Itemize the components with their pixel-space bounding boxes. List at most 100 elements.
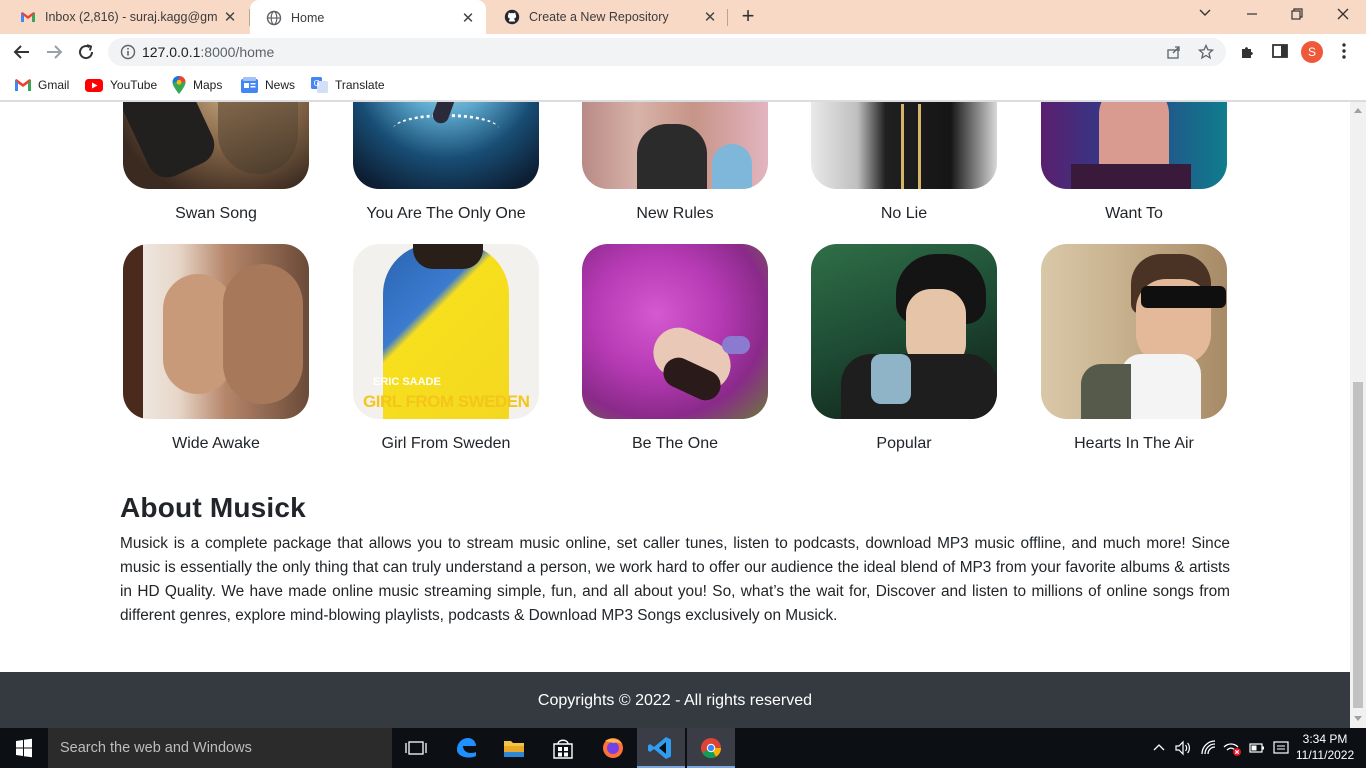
song-card-girl-from-sweden[interactable]: ERIC SAADE GIRL FROM SWEDEN Girl From Sw… <box>353 244 539 453</box>
file-explorer-icon <box>504 741 524 757</box>
page-footer: Copyrights © 2022 - All rights reserved <box>0 672 1350 728</box>
song-cover-image[interactable] <box>123 102 309 189</box>
wifi-icon[interactable] <box>1200 739 1218 757</box>
tab-title: Create a New Repository <box>529 10 669 24</box>
bookmark-gmail[interactable]: Gmail <box>15 76 69 94</box>
song-card-be-the-one[interactable]: Be The One <box>582 244 768 453</box>
close-window-button[interactable] <box>1330 4 1356 28</box>
bookmark-news[interactable]: News <box>241 76 295 94</box>
info-icon[interactable] <box>120 44 136 60</box>
maps-icon <box>172 76 186 94</box>
close-icon[interactable]: ✕ <box>456 9 480 27</box>
song-title[interactable]: Swan Song <box>123 205 309 223</box>
taskbar-file-explorer[interactable] <box>490 728 538 768</box>
share-icon[interactable] <box>1166 44 1182 60</box>
song-cover-image[interactable] <box>582 244 768 419</box>
volume-icon[interactable] <box>1174 739 1192 757</box>
about-paragraph: Musick is a complete package that allows… <box>120 535 1230 624</box>
restore-button[interactable] <box>1284 4 1310 28</box>
song-card-wide-awake[interactable]: Wide Awake <box>123 244 309 453</box>
song-title[interactable]: Be The One <box>582 435 768 453</box>
taskbar-vscode[interactable] <box>637 728 685 768</box>
song-title[interactable]: Popular <box>811 435 997 453</box>
bookmark-label: Maps <box>193 78 223 92</box>
url-text: 127.0.0.1:8000/home <box>142 44 274 60</box>
taskbar-firefox[interactable] <box>589 728 637 768</box>
song-cover-image[interactable] <box>582 102 768 189</box>
song-title[interactable]: You Are The Only One <box>353 205 539 223</box>
song-card-want-to[interactable]: Want To <box>1041 102 1227 223</box>
song-title[interactable]: Want To <box>1041 205 1227 223</box>
taskbar-search-box[interactable]: Search the web and Windows <box>48 728 392 768</box>
bookmark-label: Gmail <box>38 78 70 92</box>
song-cover-image[interactable] <box>811 102 997 189</box>
taskbar-chrome[interactable] <box>687 728 735 768</box>
menu-dots-icon[interactable] <box>1336 42 1352 60</box>
scroll-down-arrow-icon[interactable] <box>1354 716 1362 721</box>
back-button[interactable] <box>10 40 34 64</box>
song-title[interactable]: Girl From Sweden <box>353 435 539 453</box>
footer-copyright: Copyrights © 2022 - All rights reserved <box>537 692 813 709</box>
bookmark-translate[interactable]: G Translate <box>311 76 385 94</box>
page-scrollbar[interactable] <box>1350 102 1366 728</box>
scroll-up-arrow-icon[interactable] <box>1354 108 1362 113</box>
song-card-no-lie[interactable]: No Lie <box>811 102 997 223</box>
store-icon <box>553 739 573 759</box>
song-title[interactable]: Hearts In The Air <box>1041 435 1227 453</box>
clock-date: 11/11/2022 <box>1295 748 1355 762</box>
song-cover-image[interactable] <box>1041 102 1227 189</box>
tab-create-repository[interactable]: Create a New Repository ✕ <box>488 0 728 34</box>
profile-avatar[interactable]: S <box>1301 41 1323 63</box>
network-error-icon[interactable] <box>1222 739 1242 757</box>
scrollbar-thumb[interactable] <box>1353 382 1363 708</box>
reload-button[interactable] <box>74 40 98 64</box>
song-title[interactable]: No Lie <box>811 205 997 223</box>
battery-icon[interactable] <box>1248 739 1266 757</box>
cover-title-text: GIRL FROM SWEDEN <box>363 392 530 411</box>
side-panel-icon[interactable] <box>1271 42 1289 60</box>
song-title[interactable]: New Rules <box>582 205 768 223</box>
song-card-you-are-the-only-one[interactable]: You Are The Only One <box>353 102 539 223</box>
tab-search-chevron-icon[interactable] <box>1192 4 1218 28</box>
bookmark-youtube[interactable]: YouTube <box>85 76 157 94</box>
browser-tab-strip: Inbox (2,816) - suraj.kagg@gmail.com ✕ H… <box>0 0 1366 36</box>
bookmark-maps[interactable]: Maps <box>172 76 222 94</box>
firefox-icon <box>603 738 623 758</box>
bookmark-label: News <box>265 78 296 92</box>
tab-home[interactable]: Home ✕ <box>250 0 486 36</box>
song-cover-image[interactable] <box>123 244 309 419</box>
extensions-icon[interactable] <box>1239 42 1257 60</box>
minimize-button[interactable] <box>1239 4 1265 28</box>
tab-separator <box>727 9 728 26</box>
page-content: Swan Song You Are The Only One New Rules… <box>0 102 1350 728</box>
forward-button[interactable] <box>42 40 66 64</box>
song-card-new-rules[interactable]: New Rules <box>582 102 768 223</box>
song-cover-image[interactable] <box>811 244 997 419</box>
song-cover-image[interactable] <box>353 102 539 189</box>
news-icon <box>241 77 258 93</box>
close-icon[interactable]: ✕ <box>698 8 722 26</box>
chevron-up-icon[interactable] <box>1152 741 1166 755</box>
windows-taskbar: Search the web and Windows 3:34 PM 11/11… <box>0 728 1366 768</box>
close-icon[interactable]: ✕ <box>218 8 242 26</box>
tab-gmail-inbox[interactable]: Inbox (2,816) - suraj.kagg@gmail.com ✕ <box>4 0 248 34</box>
task-view-button[interactable] <box>392 728 440 768</box>
new-tab-button[interactable]: + <box>736 5 760 29</box>
song-card-popular[interactable]: Popular <box>811 244 997 453</box>
song-card-swan-song[interactable]: Swan Song <box>123 102 309 223</box>
song-cover-image[interactable] <box>1041 244 1227 419</box>
tab-title: Home <box>291 11 325 25</box>
star-icon[interactable] <box>1198 44 1214 60</box>
about-heading: About Musick <box>120 492 306 523</box>
taskbar-store[interactable] <box>539 728 587 768</box>
song-card-hearts-in-the-air[interactable]: Hearts In The Air <box>1041 244 1227 453</box>
notifications-icon[interactable] <box>1272 739 1290 757</box>
translate-icon: G <box>311 77 328 93</box>
song-cover-image[interactable]: ERIC SAADE GIRL FROM SWEDEN <box>353 244 539 419</box>
taskbar-edge[interactable] <box>442 728 490 768</box>
address-bar[interactable]: 127.0.0.1:8000/home <box>108 38 1226 66</box>
song-title[interactable]: Wide Awake <box>123 435 309 453</box>
start-button[interactable] <box>0 728 48 768</box>
gmail-icon <box>21 12 35 22</box>
taskbar-clock[interactable]: 3:34 PM 11/11/2022 <box>1290 731 1360 763</box>
